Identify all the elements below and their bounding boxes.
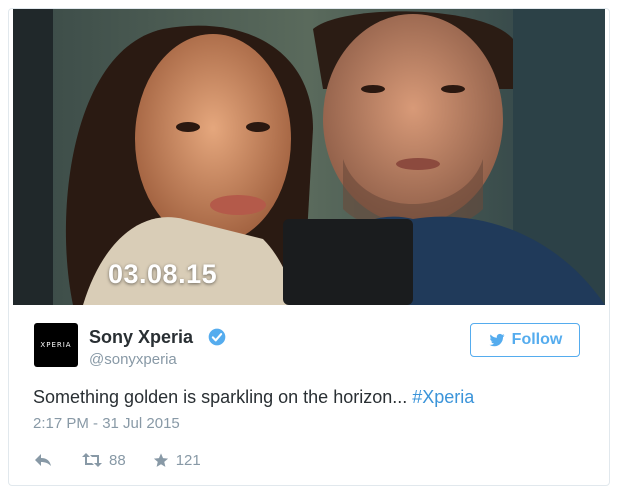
favorite-count: 121 xyxy=(175,451,201,469)
retweet-icon xyxy=(82,453,102,467)
avatar-text: XPERIA xyxy=(40,341,72,349)
tweet-timestamp[interactable]: 2:17 PM - 31 Jul 2015 xyxy=(33,415,180,432)
favorite-button[interactable]: 121 xyxy=(152,452,201,469)
avatar[interactable]: XPERIA xyxy=(34,323,78,367)
tweet-text: Something golden is sparkling on the hor… xyxy=(33,387,474,408)
tweet-actions: 88 121 xyxy=(33,449,201,471)
retweet-button[interactable]: 88 xyxy=(81,452,126,469)
retweet-count: 88 xyxy=(109,451,126,469)
photo-couple-looking-at-phone xyxy=(13,9,605,305)
follow-label: Follow xyxy=(511,331,563,348)
verified-icon xyxy=(208,328,226,346)
reply-button[interactable] xyxy=(33,452,53,468)
user-handle[interactable]: @sonyxperia xyxy=(89,351,177,368)
user-display-name[interactable]: Sony Xperia xyxy=(89,327,193,348)
media-date-overlay: 03.08.15 xyxy=(108,259,218,289)
tweet-body: Something golden is sparkling on the hor… xyxy=(33,387,413,407)
tweet-media-image[interactable]: 03.08.15 xyxy=(13,9,605,305)
hashtag-link[interactable]: #Xperia xyxy=(412,387,474,407)
twitter-bird-icon xyxy=(489,333,505,347)
follow-button[interactable]: Follow xyxy=(470,323,580,357)
favorite-star-icon xyxy=(153,452,168,467)
reply-icon xyxy=(35,454,51,466)
tweet-card: 03.08.15 XPERIA Sony Xperia @sonyxperia … xyxy=(8,8,610,486)
